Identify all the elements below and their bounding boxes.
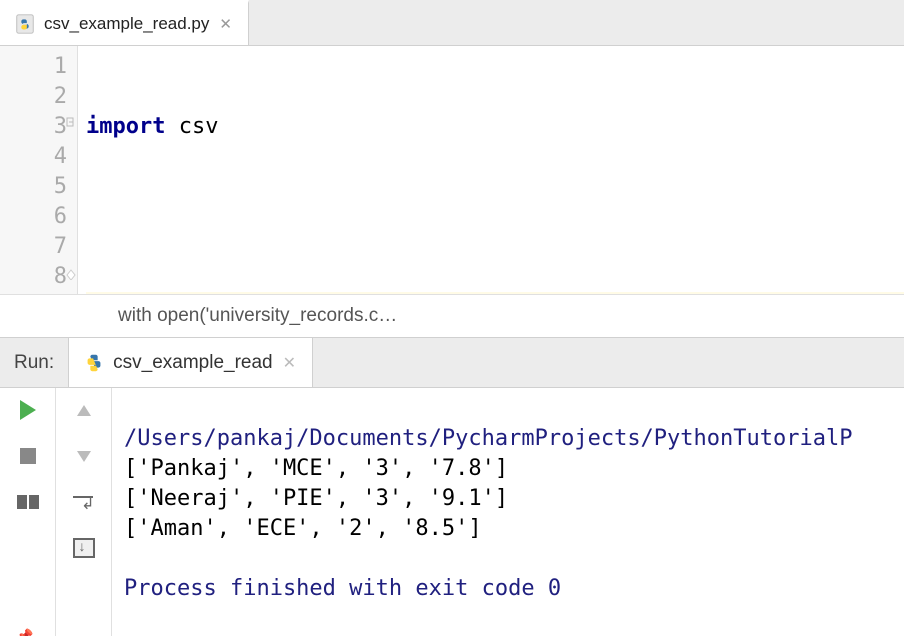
softwrap-button[interactable] — [70, 488, 98, 516]
scroll-end-icon — [73, 538, 95, 558]
python-file-icon — [14, 13, 36, 35]
console-output[interactable]: /Users/pankaj/Documents/PycharmProjects/… — [112, 388, 904, 636]
run-label: Run: — [0, 352, 68, 374]
run-toolwindow-header: Run: csv_example_read ✕ — [0, 338, 904, 388]
editor-tab-bar: csv_example_read.py ✕ — [0, 0, 904, 46]
run-tab-name: csv_example_read — [113, 352, 272, 374]
console-row: ['Aman', 'ECE', '2', '8.5'] — [124, 516, 482, 541]
interpreter-path: /Users/pankaj/Documents/PycharmProjects/… — [124, 426, 852, 451]
stop-icon — [20, 448, 36, 464]
pin-icon: 📌 — [16, 628, 36, 636]
layout-icon — [17, 495, 39, 509]
editor-tab[interactable]: csv_example_read.py ✕ — [0, 0, 249, 45]
close-icon[interactable]: ✕ — [217, 13, 234, 35]
play-icon — [20, 400, 36, 420]
rerun-button[interactable] — [14, 396, 42, 424]
down-button[interactable] — [70, 442, 98, 470]
code-area[interactable]: import csv with open('university_records… — [78, 46, 904, 294]
run-tab[interactable]: csv_example_read ✕ — [68, 338, 313, 387]
arrow-up-icon — [77, 405, 91, 416]
stop-button[interactable] — [14, 442, 42, 470]
exit-message: Process finished with exit code 0 — [124, 576, 561, 601]
close-icon[interactable]: ✕ — [281, 351, 298, 375]
console-row: ['Neeraj', 'PIE', '3', '9.1'] — [124, 486, 508, 511]
fold-marker-icon[interactable] — [65, 116, 77, 128]
console-actions-column — [56, 388, 112, 636]
tab-filename: csv_example_read.py — [44, 14, 209, 34]
line-number-gutter: 1 2 3 4 5 6 7 8 9 — [0, 46, 78, 294]
fold-marker-icon[interactable] — [65, 268, 77, 280]
console-row: ['Pankaj', 'MCE', '3', '7.8'] — [124, 456, 508, 481]
layout-button[interactable] — [14, 488, 42, 516]
run-actions-column: 📌 — [0, 388, 56, 636]
scroll-to-end-button[interactable] — [70, 534, 98, 562]
arrow-down-icon — [77, 451, 91, 462]
python-file-icon — [83, 352, 105, 374]
up-button[interactable] — [70, 396, 98, 424]
run-toolwindow-body: 📌 /Users/pankaj/Documents/PycharmProject… — [0, 388, 904, 636]
code-editor[interactable]: 1 2 3 4 5 6 7 8 9 import csv with open('… — [0, 46, 904, 294]
soft-wrap-icon — [73, 494, 95, 510]
breadcrumb[interactable]: with open('university_records.c… — [0, 294, 904, 338]
